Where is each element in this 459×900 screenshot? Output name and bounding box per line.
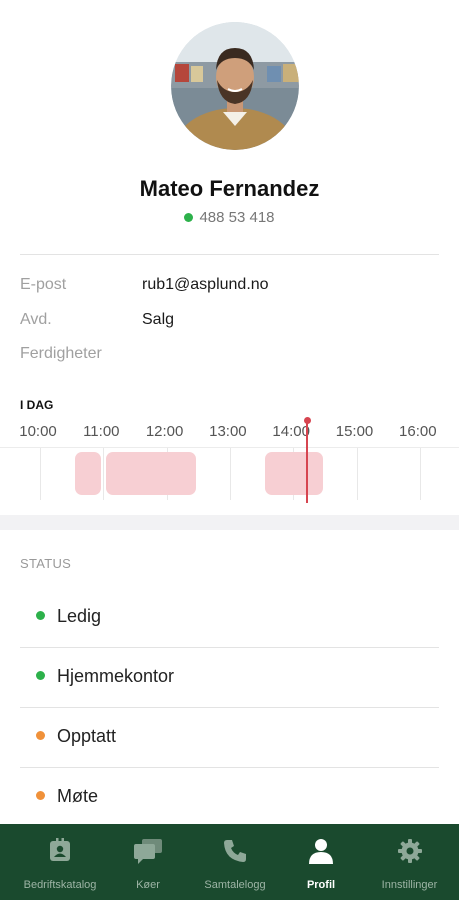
detail-row-email: E-post rub1@asplund.no <box>20 276 439 300</box>
tab-samtalelogg[interactable]: Samtalelogg <box>186 824 284 900</box>
status-color-dot <box>36 671 45 680</box>
calendar-hour-label: 16:00 <box>399 423 437 440</box>
tab-label: Bedriftskatalog <box>23 879 97 891</box>
tab-label: Køer <box>136 879 160 891</box>
detail-row-skills: Ferdigheter <box>20 345 439 369</box>
calendar-hour-label: 15:00 <box>335 423 374 440</box>
status-item[interactable]: Ledig <box>20 587 439 648</box>
grid-line <box>420 448 421 500</box>
tab-bedriftskatalog[interactable]: Bedriftskatalog <box>0 824 120 900</box>
grid-line <box>230 448 231 500</box>
avatar <box>171 22 299 150</box>
detail-label: E-post <box>20 276 67 293</box>
profile-phone[interactable]: 488 53 418 <box>199 209 274 226</box>
profile-name: Mateo Fernandez <box>139 176 320 201</box>
tab-koer[interactable]: Køer <box>104 824 192 900</box>
status-color-dot <box>36 791 45 800</box>
divider <box>20 254 439 255</box>
chat-bubbles-icon <box>134 839 162 864</box>
profile-phone-row[interactable]: 488 53 418 <box>0 209 459 226</box>
presence-dot <box>184 212 194 222</box>
calendar-hour-label: 11:00 <box>83 423 120 440</box>
detail-row-department: Avd. Salg <box>20 311 439 335</box>
calendar-busy-block[interactable] <box>265 452 323 495</box>
calendar-hour-label: 12:00 <box>145 423 184 440</box>
status-header: STATUS <box>20 556 72 571</box>
phone-icon <box>224 840 246 862</box>
tab-label: Innstillinger <box>381 879 438 891</box>
status-item[interactable]: Hjemmekontor <box>20 647 439 708</box>
calendar-title: I DAG <box>20 398 54 412</box>
calendar-hour-label: 13:00 <box>209 423 247 440</box>
tab-bar: Bedriftskatalog Køer Samtalelogg Profil <box>0 824 459 900</box>
grid-line <box>103 448 104 500</box>
tab-innstillinger[interactable]: Innstillinger <box>360 824 459 900</box>
person-icon <box>309 839 333 864</box>
tab-profil[interactable]: Profil <box>280 824 362 900</box>
status-color-dot <box>36 731 45 740</box>
grid-line <box>357 448 358 500</box>
status-item[interactable]: Møte <box>20 767 439 827</box>
calendar-busy-block[interactable] <box>106 452 196 495</box>
current-time-line <box>306 421 308 503</box>
status-item-label: Møte <box>57 786 99 806</box>
detail-department-value: Salg <box>142 311 175 328</box>
calendar-hour-label: 10:00 <box>19 423 57 440</box>
gear-icon <box>397 839 422 863</box>
status-color-dot <box>36 611 45 620</box>
section-separator <box>0 515 459 530</box>
tab-label: Samtalelogg <box>204 879 266 891</box>
detail-email-value[interactable]: rub1@asplund.no <box>142 276 269 294</box>
status-item-label: Opptatt <box>57 726 117 746</box>
contacts-book-icon <box>50 838 70 861</box>
status-item[interactable]: Opptatt <box>20 707 439 768</box>
calendar-busy-block[interactable] <box>75 452 101 495</box>
calendar-track[interactable] <box>0 447 459 500</box>
calendar-hour-label: 14:00 <box>272 423 310 440</box>
grid-line <box>40 448 41 500</box>
tab-label: Profil <box>306 879 336 891</box>
status-item-label: Hjemmekontor <box>57 666 175 686</box>
detail-label: Ferdigheter <box>20 345 102 362</box>
status-item-label: Ledig <box>57 606 102 626</box>
detail-label: Avd. <box>20 311 52 328</box>
